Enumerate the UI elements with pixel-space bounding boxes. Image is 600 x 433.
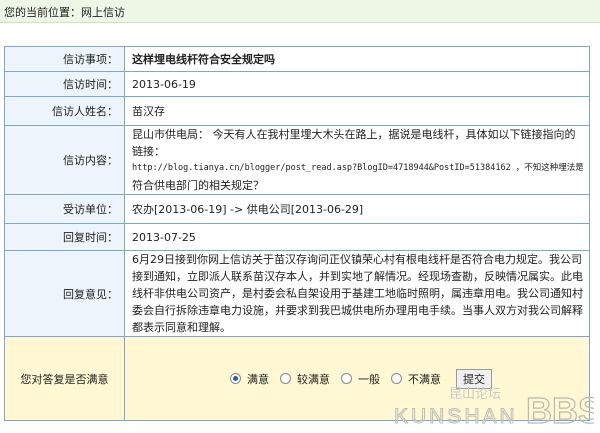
radio-satisfied[interactable] — [230, 373, 241, 384]
row-subject: 信访事项： 这样埋电线杆符合安全规定吗 — [4, 46, 590, 72]
breadcrumb: 您的当前位置：网上信访 — [4, 6, 125, 19]
date-value: 2013-06-19 — [124, 71, 590, 97]
row-rating: 您对答复是否满意 满意 较满意 一般 不满意 提交 — [4, 336, 590, 421]
location-bar: 您的当前位置：网上信访 — [0, 0, 600, 23]
row-reply: 回复意见： 6月29日接到你网上信访关于苗汉存询问正仪镇荣心村有根电线杆是否符合… — [4, 250, 590, 337]
rating-option-unsatisfied[interactable]: 不满意 — [391, 371, 441, 387]
rating-option-satisfied[interactable]: 满意 — [230, 371, 269, 387]
row-content: 信访内容： 昆山市供电局： 今天有人在我村里埋大木头在路上，据说是电线杆，具体如… — [4, 125, 590, 195]
subject-label: 信访事项： — [4, 46, 125, 72]
content-line-1: 昆山市供电局： 今天有人在我村里埋大木头在路上，据说是电线杆，具体如以下链接指向… — [132, 128, 576, 158]
rating-options: 满意 较满意 一般 不满意 提交 — [132, 368, 583, 389]
reply-date-label: 回复时间： — [4, 223, 125, 251]
petition-detail-table: 信访事项： 这样埋电线杆符合安全规定吗 信访时间： 2013-06-19 信访人… — [4, 46, 590, 421]
reply-date-value: 2013-07-25 — [124, 223, 590, 251]
rating-option-fairly-satisfied[interactable]: 较满意 — [280, 371, 330, 387]
unit-label: 受访单位： — [4, 194, 125, 224]
radio-fairly-satisfied[interactable] — [280, 373, 291, 384]
subject-value: 这样埋电线杆符合安全规定吗 — [132, 53, 275, 66]
reply-value: 6月29日接到你网上信访关于苗汉存询问正仪镇荣心村有根电线杆是否符合电力规定。我… — [124, 250, 590, 337]
content-line-2: http://blog.tianya.cn/blogger/post_read.… — [132, 163, 583, 173]
submit-button[interactable]: 提交 — [456, 368, 492, 389]
name-label: 信访人姓名： — [4, 96, 125, 126]
name-value: 苗汉存 — [124, 96, 590, 126]
rating-option-average[interactable]: 一般 — [341, 371, 380, 387]
row-name: 信访人姓名： 苗汉存 — [4, 96, 590, 126]
radio-unsatisfied[interactable] — [391, 373, 402, 384]
reply-label: 回复意见： — [4, 250, 125, 337]
rating-cell: 满意 较满意 一般 不满意 提交 — [124, 336, 590, 421]
content-label: 信访内容： — [4, 125, 125, 195]
rating-label: 您对答复是否满意 — [4, 336, 125, 421]
date-label: 信访时间： — [4, 71, 125, 97]
row-date: 信访时间： 2013-06-19 — [4, 71, 590, 97]
radio-average[interactable] — [341, 373, 352, 384]
content-line-3: 符合供电部门的相关规定？ — [132, 179, 264, 192]
row-reply-date: 回复时间： 2013-07-25 — [4, 223, 590, 251]
content-value: 昆山市供电局： 今天有人在我村里埋大木头在路上，据说是电线杆，具体如以下链接指向… — [124, 125, 590, 195]
unit-value: 农办[2013-06-19] -> 供电公司[2013-06-29] — [124, 194, 590, 224]
row-unit: 受访单位： 农办[2013-06-19] -> 供电公司[2013-06-29] — [4, 194, 590, 224]
